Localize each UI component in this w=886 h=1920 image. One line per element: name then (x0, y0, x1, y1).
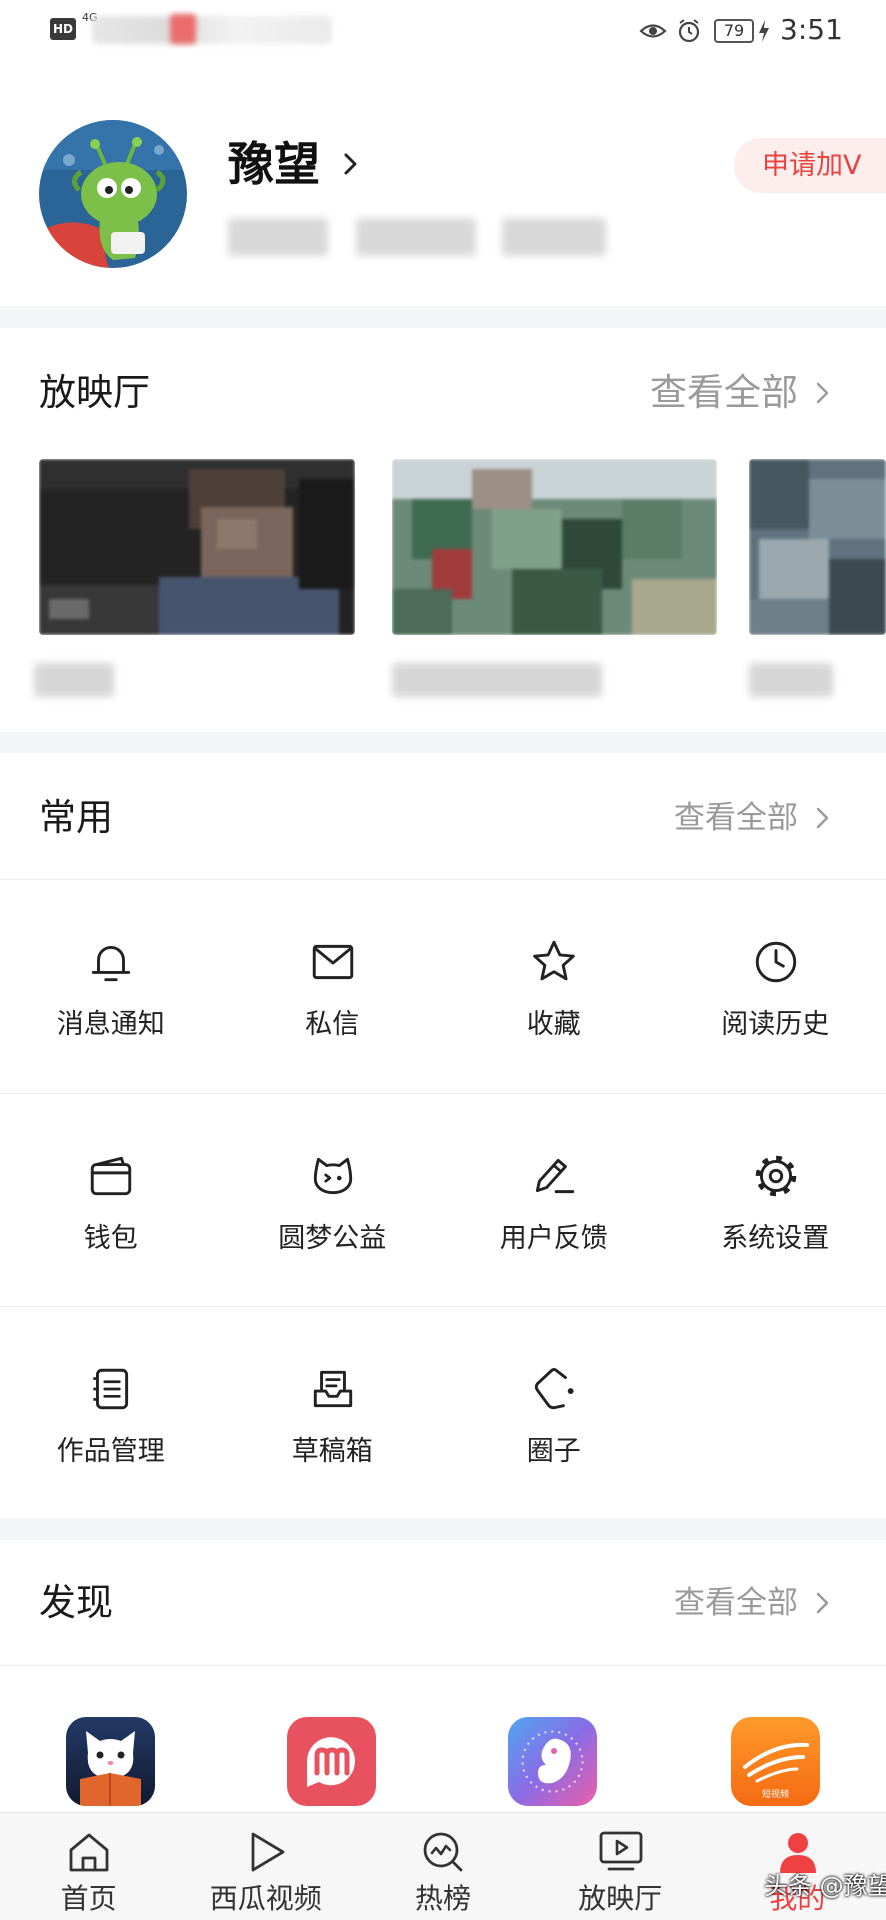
tab-label: 放映厅 (578, 1882, 663, 1915)
pink-m-app-icon[interactable] (287, 1717, 376, 1806)
menu-item-label: 私信 (305, 1009, 360, 1040)
tab-label: 西瓜视频 (209, 1882, 322, 1915)
menu-item-label: 作品管理 (56, 1436, 165, 1467)
pregnancy-app-image (508, 1717, 597, 1806)
app-logo-text: 短视频 (761, 1790, 789, 1800)
profile-name[interactable]: 豫望 (228, 137, 320, 191)
tab-home[interactable]: 首页 (0, 1813, 177, 1920)
cinema-view-all-link[interactable]: 查看全部 (650, 370, 798, 416)
menu-item-reading-history[interactable]: 阅读历史 (665, 879, 886, 1092)
status-bar: HD 4G 79 3:51 (0, 0, 886, 61)
circle-group-icon (534, 1368, 574, 1410)
draft-tray-icon (313, 1370, 352, 1408)
envelope-icon (312, 944, 353, 980)
eye-icon (639, 24, 667, 38)
menu-item-feedback[interactable]: 用户反馈 (443, 1093, 665, 1306)
hd-badge: HD (50, 18, 76, 40)
chevron-right-icon[interactable] (814, 1590, 832, 1616)
menu-item-drafts[interactable]: 草稿箱 (222, 1306, 444, 1519)
menu-item-favorites[interactable]: 收藏 (443, 879, 665, 1092)
play-icon (251, 1832, 285, 1872)
avatar[interactable] (39, 120, 187, 268)
cat-reading-app-image (66, 1717, 155, 1806)
profile-subtitle-blurred (502, 218, 606, 256)
cinema-screen-icon (599, 1831, 642, 1871)
menu-item-label: 圈子 (526, 1436, 581, 1467)
bell-icon (91, 945, 131, 982)
tab-cinema[interactable]: 放映厅 (532, 1813, 709, 1920)
section-divider (0, 306, 886, 328)
apply-verification-button[interactable]: 申请加V (734, 138, 886, 193)
star-icon (533, 940, 575, 981)
section-divider (0, 1518, 886, 1540)
wallet-icon (90, 1156, 132, 1196)
menu-item-works-management[interactable]: 作品管理 (0, 1306, 222, 1519)
avatar-image (39, 120, 187, 268)
home-icon (69, 1833, 109, 1872)
menu-item-label: 系统设置 (721, 1223, 830, 1254)
pink-m-app-image (287, 1717, 376, 1806)
menu-item-wallet[interactable]: 钱包 (0, 1093, 222, 1306)
bottom-tab-bar: 首页 西瓜视频 热榜 放映厅 我的 (0, 1812, 886, 1920)
tab-label: 首页 (60, 1882, 117, 1915)
common-section-title: 常用 (39, 796, 113, 839)
menu-item-label: 圆梦公益 (278, 1223, 387, 1254)
menu-item-notifications[interactable]: 消息通知 (0, 879, 222, 1092)
pregnancy-app-icon[interactable] (508, 1717, 597, 1806)
tab-label: 热榜 (414, 1882, 471, 1915)
chevron-right-icon[interactable] (814, 380, 832, 406)
menu-item-label: 收藏 (526, 1009, 581, 1040)
cinema-video-thumbnail[interactable] (392, 459, 717, 635)
section-divider (0, 732, 886, 753)
notebook-icon (93, 1368, 129, 1410)
profile-subtitle-blurred (356, 218, 476, 256)
hot-search-icon (423, 1832, 463, 1872)
video-thumbnail-image (392, 459, 717, 635)
cat-reading-app-icon[interactable] (66, 1717, 155, 1806)
menu-item-charity[interactable]: 圆梦公益 (222, 1093, 444, 1306)
blurred-notification-icon (170, 14, 196, 44)
blurred-status-icons (92, 16, 332, 44)
clock-icon (755, 941, 796, 983)
pen-icon (535, 1158, 575, 1194)
chevron-right-icon[interactable] (814, 805, 832, 831)
menu-item-label: 草稿箱 (291, 1436, 373, 1467)
cinema-video-thumbnail[interactable] (39, 459, 355, 635)
header-separator (0, 1665, 886, 1666)
profile-subtitle-blurred (228, 218, 328, 256)
video-thumbnail-image (39, 459, 355, 635)
alarm-icon (678, 19, 700, 43)
discover-view-all-link[interactable]: 查看全部 (674, 1580, 798, 1626)
cat-face-icon (313, 1157, 352, 1195)
charging-icon (759, 20, 769, 42)
cinema-section-title: 放映厅 (39, 371, 150, 414)
video-caption-blurred (392, 663, 602, 697)
video-thumbnail-image (749, 459, 886, 635)
menu-item-label: 用户反馈 (499, 1223, 608, 1254)
person-icon (779, 1833, 816, 1873)
orange-video-app-icon[interactable]: 短视频 (731, 1717, 820, 1806)
menu-item-circles[interactable]: 圈子 (443, 1306, 665, 1519)
battery-level: 79 (714, 19, 754, 43)
tab-me[interactable]: 我的 (709, 1813, 886, 1920)
chevron-right-icon[interactable] (341, 150, 361, 178)
video-caption-blurred (749, 663, 833, 697)
tab-xigua-video[interactable]: 西瓜视频 (177, 1813, 354, 1920)
menu-item-label: 钱包 (83, 1223, 138, 1254)
discover-section-title: 发现 (39, 1581, 113, 1624)
menu-item-label: 阅读历史 (721, 1009, 830, 1040)
video-caption-blurred (34, 663, 114, 697)
menu-item-label: 消息通知 (56, 1009, 165, 1040)
cinema-video-thumbnail[interactable] (749, 459, 886, 635)
tab-hot-list[interactable]: 热榜 (354, 1813, 531, 1920)
menu-item-settings[interactable]: 系统设置 (665, 1093, 886, 1306)
common-view-all-link[interactable]: 查看全部 (674, 795, 798, 841)
menu-item-messages[interactable]: 私信 (222, 879, 444, 1092)
gear-icon (755, 1155, 796, 1197)
watermark: 头条 @豫望 (764, 1872, 886, 1900)
clock-time: 3:51 (780, 13, 843, 46)
